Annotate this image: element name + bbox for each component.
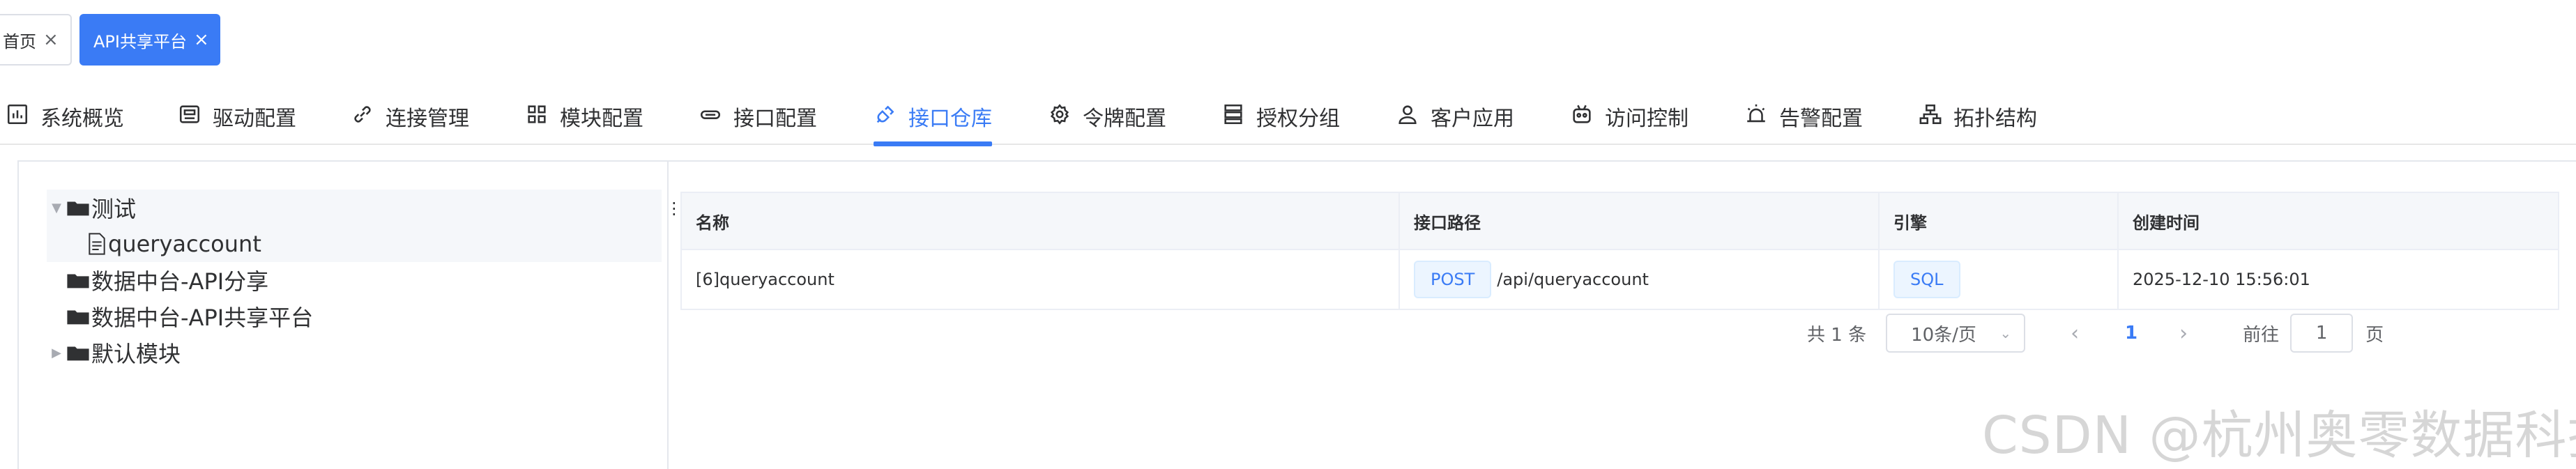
menu-item-access-control[interactable]: 访问控制 — [1570, 89, 1689, 145]
menu-label: 驱动配置 — [213, 107, 296, 131]
menu-item-driver[interactable]: 驱动配置 — [178, 89, 296, 145]
prev-page-button[interactable]: ‹ — [2064, 321, 2085, 346]
goto-page-input[interactable]: 1 — [2290, 314, 2354, 353]
next-page-button[interactable]: › — [2173, 321, 2194, 346]
folder-icon — [67, 274, 89, 289]
page-size-select[interactable]: 10条/页 ⌄ — [1886, 314, 2026, 353]
menu-label: 模块配置 — [560, 107, 643, 131]
tag-home[interactable]: 首页 × — [0, 14, 72, 66]
close-icon[interactable]: × — [43, 31, 59, 49]
method-tag: POST — [1414, 261, 1492, 298]
menu-item-repository[interactable]: 接口仓库 — [874, 89, 992, 146]
document-icon — [89, 233, 105, 255]
folder-icon — [67, 201, 89, 216]
menu-item-interface[interactable]: 接口配置 — [699, 89, 817, 145]
pagination-total: 共 1 条 — [1807, 324, 1867, 346]
gear-icon — [1050, 104, 1069, 125]
menu-label: 客户应用 — [1431, 107, 1514, 131]
tree-node-test[interactable]: ▼ 测试 — [47, 190, 662, 226]
alarm-icon — [1747, 104, 1765, 123]
cell-name: [6]queryaccount — [682, 250, 1400, 309]
folder-icon — [67, 310, 89, 325]
tag-home-label: 首页 — [3, 31, 36, 52]
tree-node-api-platform[interactable]: 数据中台-API共享平台 — [47, 298, 662, 335]
cell-path: POST /api/queryaccount — [1400, 250, 1880, 309]
folder-icon — [67, 346, 89, 361]
caret-down-icon[interactable]: ▼ — [47, 201, 66, 215]
goto-label: 前往 — [2243, 324, 2280, 346]
page-size-value: 10条/页 — [1911, 324, 1976, 346]
pagination: 共 1 条 10条/页 ⌄ ‹ 1 › 前往 1 页 — [1807, 314, 2384, 353]
drag-handle-icon[interactable]: · · · — [671, 195, 677, 223]
driver-icon — [179, 105, 200, 123]
tree-node-label: 默认模块 — [91, 341, 181, 367]
plug-icon — [876, 105, 894, 123]
menu-label: 告警配置 — [1779, 107, 1863, 131]
watermark: CSDN @杭州奥零数据科技 — [1982, 406, 2576, 466]
menu-item-client-app[interactable]: 客户应用 — [1396, 89, 1514, 145]
bar-chart-icon — [7, 104, 28, 125]
caret-right-icon[interactable]: ▶ — [47, 346, 66, 360]
tags-view: 首页 × API共享平台 × — [0, 14, 220, 66]
menu-item-module[interactable]: 模块配置 — [525, 89, 643, 145]
menu-label: 拓扑结构 — [1953, 107, 2037, 131]
menu-label: 授权分组 — [1256, 107, 1340, 131]
tree-node-label: 数据中台-API分享 — [91, 268, 269, 295]
header-path: 接口路径 — [1400, 193, 1880, 249]
header-created: 创建时间 — [2133, 213, 2200, 233]
tree-node-queryaccount[interactable]: queryaccount — [47, 226, 662, 262]
menu-label: 连接管理 — [386, 107, 469, 131]
tag-active-label: API共享平台 — [93, 31, 187, 52]
tree-node-label: 数据中台-API共享平台 — [91, 305, 314, 331]
menu-label: 接口配置 — [733, 107, 817, 131]
menu-label: 系统概览 — [40, 107, 124, 131]
layers-icon — [1224, 104, 1242, 125]
menu-item-alarm[interactable]: 告警配置 — [1744, 89, 1863, 145]
page-suffix: 页 — [2365, 324, 2384, 346]
link-icon — [354, 106, 371, 123]
table-header: 名称 接口路径 引擎 创建时间 — [682, 193, 2558, 250]
header-name: 名称 — [682, 193, 1400, 249]
engine-tag: SQL — [1893, 261, 1960, 298]
menu-label: 接口仓库 — [908, 107, 992, 131]
menu-label: 令牌配置 — [1083, 107, 1166, 131]
cell-engine: SQL — [1880, 250, 2119, 309]
tree-node-api-share[interactable]: 数据中台-API分享 — [47, 262, 662, 298]
menu-item-overview[interactable]: 系统概览 — [6, 89, 124, 145]
tree-node-default[interactable]: ▶ 默认模块 — [47, 335, 662, 371]
topology-icon — [1919, 104, 1942, 125]
menu-item-auth-group[interactable]: 授权分组 — [1221, 89, 1340, 145]
user-icon — [1398, 105, 1417, 125]
top-menu: 系统概览 驱动配置 连接管理 模块配置 接口配置 接口仓库 令牌配置 授权分组 … — [0, 89, 2576, 146]
menu-item-token[interactable]: 令牌配置 — [1048, 89, 1166, 145]
cell-created: 2025-12-10 15:56:01 — [2133, 270, 2310, 289]
close-icon[interactable]: × — [194, 31, 209, 49]
robot-icon — [1573, 105, 1591, 123]
splitter[interactable] — [667, 162, 669, 469]
tree-node-label: queryaccount — [108, 231, 261, 257]
tag-api-platform[interactable]: API共享平台 × — [79, 14, 220, 66]
table-row[interactable]: [6]queryaccount POST /api/queryaccount S… — [682, 250, 2558, 309]
page-number[interactable]: 1 — [2117, 323, 2145, 344]
header-engine: 引擎 — [1880, 193, 2119, 249]
chevron-down-icon: ⌄ — [1999, 325, 2012, 341]
api-table: 名称 接口路径 引擎 创建时间 [6]queryaccount POST /ap… — [680, 192, 2559, 310]
menu-label: 访问控制 — [1605, 107, 1689, 131]
tree-node-label: 测试 — [91, 196, 137, 222]
grid-icon — [528, 105, 546, 123]
menu-item-topology[interactable]: 拓扑结构 — [1919, 89, 2037, 145]
menu-item-connection[interactable]: 连接管理 — [351, 89, 469, 145]
path-text: /api/queryaccount — [1497, 270, 1649, 289]
interface-icon — [700, 110, 721, 119]
module-tree: ▼ 测试 queryaccount 数据中台-API分享 数据中台-API共享平… — [47, 190, 662, 371]
